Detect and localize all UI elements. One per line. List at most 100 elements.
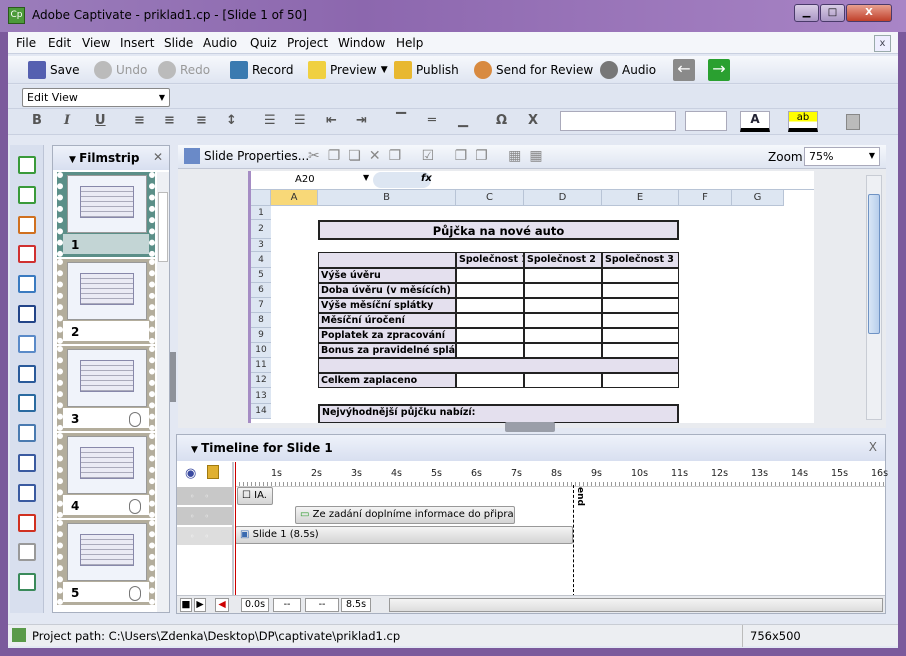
column-label[interactable]: Společnost 2 — [524, 252, 602, 268]
slide-properties-button[interactable]: Slide Properties... — [184, 148, 309, 164]
slide-canvas[interactable]: A20 ▼ fx A B C D E F G 1 2 3 4 5 6 7 8 9 10 11 12 13 14 Půjčk… — [248, 171, 814, 423]
column-label[interactable]: Společnost 3 — [602, 252, 679, 268]
row-header[interactable]: 12 — [251, 373, 271, 388]
collapse-icon[interactable]: ▼ — [191, 445, 201, 455]
filmstrip-slide[interactable]: 5 — [57, 520, 155, 605]
layer-row[interactable]: ◦◦ — [177, 507, 232, 526]
minimize-button[interactable]: ▁ — [794, 4, 819, 22]
text-animation-icon[interactable] — [18, 394, 36, 413]
timeline-hscrollbar[interactable] — [389, 598, 883, 612]
highlight-button[interactable]: ab — [788, 111, 818, 132]
play-button[interactable]: ▶ — [194, 598, 206, 612]
filmstrip-slide[interactable]: 4 — [57, 433, 155, 518]
row-header[interactable]: 4 — [251, 252, 271, 268]
row-header[interactable]: 7 — [251, 298, 271, 313]
bullet-list-icon[interactable]: ☰ — [294, 113, 306, 128]
row-label[interactable]: Bonus za pravidelné splátky — [318, 343, 456, 358]
properties-panel-icon[interactable] — [846, 114, 860, 130]
animation-icon[interactable] — [18, 483, 36, 502]
variable-icon[interactable]: X — [528, 113, 538, 128]
data-cell[interactable] — [524, 268, 602, 283]
align-middle-icon[interactable]: ═ — [428, 113, 436, 128]
save-button[interactable]: Save — [28, 60, 79, 80]
timeline-slide-bar[interactable]: ▣ Slide 1 (8.5s) — [235, 526, 573, 544]
row-header[interactable]: 6 — [251, 283, 271, 298]
end-marker[interactable] — [573, 485, 574, 597]
playhead[interactable] — [235, 462, 236, 596]
timeline-caption-object[interactable]: ▭ Ze zadání doplníme informace do připra… — [295, 506, 515, 524]
audio-button[interactable]: Audio — [600, 60, 656, 80]
align-top-icon[interactable]: ▔ — [396, 113, 406, 128]
column-header-F[interactable]: F — [679, 190, 732, 206]
total-cell[interactable] — [456, 373, 524, 388]
menu-slide[interactable]: Slide — [164, 36, 193, 50]
align-right-icon[interactable]: ≡ — [196, 113, 207, 128]
menu-quiz[interactable]: Quiz — [250, 36, 277, 50]
row-header[interactable]: 5 — [251, 268, 271, 283]
caption-icon[interactable] — [18, 156, 36, 174]
font-family-select[interactable] — [560, 111, 676, 131]
undo-button[interactable]: Undo — [94, 60, 147, 80]
row-header[interactable]: 8 — [251, 313, 271, 328]
rollover-caption-icon[interactable] — [18, 185, 36, 204]
indent-icon[interactable]: ⇥ — [356, 113, 367, 128]
row-header[interactable]: 2 — [251, 220, 271, 239]
data-cell[interactable] — [602, 328, 679, 343]
redo-button[interactable]: Redo — [158, 60, 210, 80]
filmstrip-collapse-handle[interactable] — [170, 352, 176, 402]
menu-edit[interactable]: Edit — [48, 36, 71, 50]
preview-button[interactable]: Preview ▼ — [308, 60, 388, 80]
timeline-object-ia[interactable]: ☐ IA. — [237, 487, 273, 505]
data-cell[interactable] — [524, 298, 602, 313]
total-cell[interactable] — [602, 373, 679, 388]
data-cell[interactable] — [456, 283, 524, 298]
menu-help[interactable]: Help — [396, 36, 423, 50]
column-header-G[interactable]: G — [732, 190, 784, 206]
zoom-area-icon[interactable] — [18, 275, 36, 294]
data-cell[interactable] — [456, 268, 524, 283]
panel-splitter[interactable] — [505, 422, 555, 432]
filmstrip-slide[interactable]: 3 — [57, 346, 155, 431]
column-header-E[interactable]: E — [602, 190, 679, 206]
record-button[interactable]: Record — [230, 60, 293, 80]
best-offer-label[interactable]: Nejvýhodnější půjčku nabízí: — [318, 404, 679, 423]
next-slide-button[interactable]: → — [708, 59, 730, 81]
filmstrip-scrollbar[interactable] — [157, 172, 169, 612]
row-label[interactable]: Doba úvěru (v měsících) — [318, 283, 456, 298]
menu-close-button[interactable]: x — [874, 35, 891, 52]
maximize-button[interactable]: □ — [820, 4, 845, 22]
select-all[interactable] — [251, 190, 271, 206]
align-bottom-icon[interactable]: ▁ — [458, 113, 468, 128]
data-cell[interactable] — [456, 328, 524, 343]
row-label[interactable]: Výše měsíční splátky — [318, 298, 456, 313]
row-header[interactable]: 9 — [251, 328, 271, 343]
eye-icon[interactable]: ◉ — [185, 466, 196, 481]
filmstrip-slide[interactable]: 2 — [57, 259, 155, 344]
row-label[interactable]: Výše úvěru — [318, 268, 456, 283]
underline-button[interactable]: U — [95, 113, 106, 128]
data-cell[interactable] — [456, 298, 524, 313]
menu-insert[interactable]: Insert — [120, 36, 154, 50]
previous-slide-button[interactable]: ← — [673, 59, 695, 81]
sheet-title[interactable]: Půjčka na nové auto — [318, 220, 679, 240]
collapse-icon[interactable]: ▼ — [69, 155, 79, 165]
flash-video-icon[interactable] — [18, 513, 36, 532]
menu-project[interactable]: Project — [287, 36, 328, 50]
timeline-close-icon[interactable]: X — [869, 440, 877, 454]
row-label[interactable]: Poplatek za zpracování — [318, 328, 456, 343]
line-spacing-icon[interactable]: ↕ — [226, 113, 237, 128]
font-size-select[interactable] — [685, 111, 727, 131]
row-header[interactable]: 13 — [251, 388, 271, 404]
align-center-icon[interactable]: ≡ — [164, 113, 175, 128]
italic-button[interactable]: I — [64, 113, 70, 128]
mouse-icon[interactable] — [18, 543, 36, 562]
total-label[interactable]: Celkem zaplaceno — [318, 373, 456, 388]
highlight-box-icon[interactable] — [18, 215, 36, 234]
column-header-D[interactable]: D — [524, 190, 602, 206]
bold-button[interactable]: B — [32, 113, 42, 128]
view-mode-select[interactable]: Edit View ▼ — [22, 88, 170, 107]
data-cell[interactable] — [602, 343, 679, 358]
menu-audio[interactable]: Audio — [203, 36, 237, 50]
spacer-row[interactable] — [318, 358, 679, 373]
row-header[interactable]: 14 — [251, 404, 271, 419]
